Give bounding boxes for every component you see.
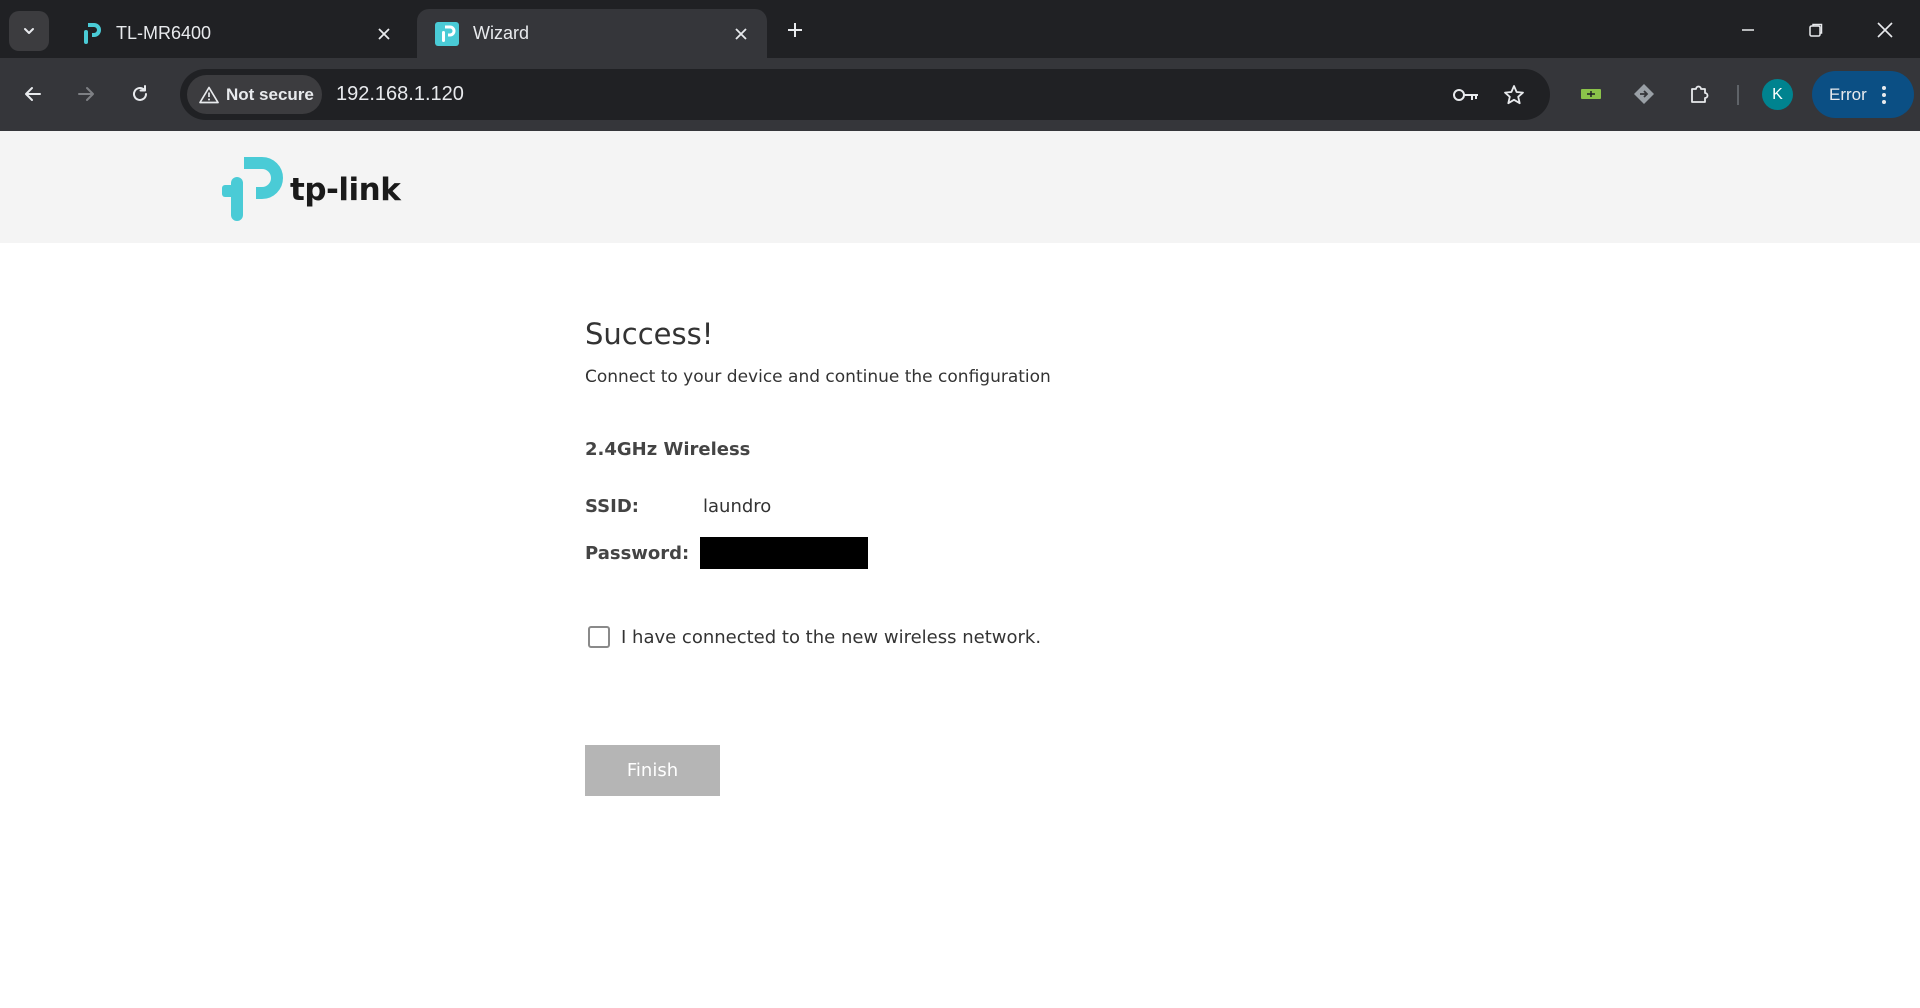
close-icon[interactable]	[370, 20, 398, 48]
new-tab-button[interactable]	[780, 15, 810, 45]
wizard-content: Success! Connect to your device and cont…	[585, 317, 1385, 796]
tp-link-logo-icon	[222, 157, 283, 221]
extensions-puzzle-icon[interactable]	[1680, 75, 1718, 113]
minimize-icon	[1742, 29, 1754, 31]
page-title: Success!	[585, 317, 714, 351]
more-vert-icon	[1881, 85, 1887, 105]
back-button[interactable]	[13, 74, 53, 114]
tab-tl-mr6400[interactable]: TL-MR6400	[60, 9, 410, 58]
arrow-right-icon	[78, 87, 94, 101]
arrow-left-icon	[25, 87, 41, 101]
error-menu-button[interactable]: Error	[1812, 71, 1914, 118]
tp-link-logo: tp-link	[222, 157, 401, 222]
bookmark-star-icon[interactable]	[1498, 79, 1530, 111]
site-header: tp-link	[0, 131, 1920, 243]
tab-title: Wizard	[473, 23, 530, 43]
password-key-icon[interactable]	[1450, 79, 1482, 111]
error-label: Error	[1829, 84, 1867, 104]
extension-battery-icon[interactable]	[1572, 75, 1610, 113]
tp-link-favicon-icon	[435, 21, 459, 46]
password-label: Password:	[585, 542, 690, 564]
address-bar[interactable]: Not secure 192.168.1.120	[180, 69, 1550, 120]
page-content: tp-link Success! Connect to your device …	[0, 131, 1920, 1008]
tp-link-favicon-icon	[78, 22, 102, 46]
logo-text: tp-link	[290, 171, 401, 208]
browser-toolbar: Not secure 192.168.1.120 K Error	[0, 58, 1920, 131]
close-window-button[interactable]	[1865, 10, 1905, 50]
connected-checkbox[interactable]	[588, 626, 610, 648]
chevron-down-icon	[24, 28, 34, 34]
finish-button[interactable]: Finish	[585, 745, 720, 796]
toolbar-divider	[1737, 85, 1739, 105]
forward-button[interactable]	[66, 74, 106, 114]
tab-title: TL-MR6400	[116, 23, 212, 43]
security-label: Not secure	[226, 84, 314, 104]
close-icon[interactable]	[727, 20, 755, 48]
close-icon	[1877, 22, 1893, 38]
ssid-row: SSID: laundro	[585, 496, 1385, 517]
url-text[interactable]: 192.168.1.120	[336, 69, 464, 120]
extension-diamond-icon[interactable]	[1625, 75, 1663, 113]
profile-initial: K	[1772, 85, 1783, 103]
connected-checkbox-label[interactable]: I have connected to the new wireless net…	[621, 627, 1041, 648]
minimize-button[interactable]	[1728, 10, 1768, 50]
tab-strip: TL-MR6400 Wizard	[0, 0, 1920, 58]
warning-icon	[199, 86, 219, 103]
wireless-section-title: 2.4GHz Wireless	[585, 439, 751, 460]
profile-avatar[interactable]: K	[1762, 79, 1793, 110]
security-chip[interactable]: Not secure	[187, 75, 322, 114]
connected-confirm-row[interactable]: I have connected to the new wireless net…	[585, 626, 1385, 648]
ssid-value: laundro	[703, 496, 772, 517]
restore-button[interactable]	[1796, 10, 1836, 50]
reload-button[interactable]	[120, 74, 160, 114]
tab-wizard[interactable]: Wizard	[417, 9, 767, 58]
restore-icon	[1809, 23, 1823, 37]
password-redacted-value	[700, 537, 868, 569]
plus-icon	[788, 23, 802, 37]
password-row: Password:	[585, 537, 1385, 569]
ssid-label: SSID:	[585, 496, 639, 517]
page-subtitle: Connect to your device and continue the …	[585, 367, 1051, 387]
reload-icon	[133, 85, 147, 101]
tab-search-button[interactable]	[9, 11, 49, 51]
